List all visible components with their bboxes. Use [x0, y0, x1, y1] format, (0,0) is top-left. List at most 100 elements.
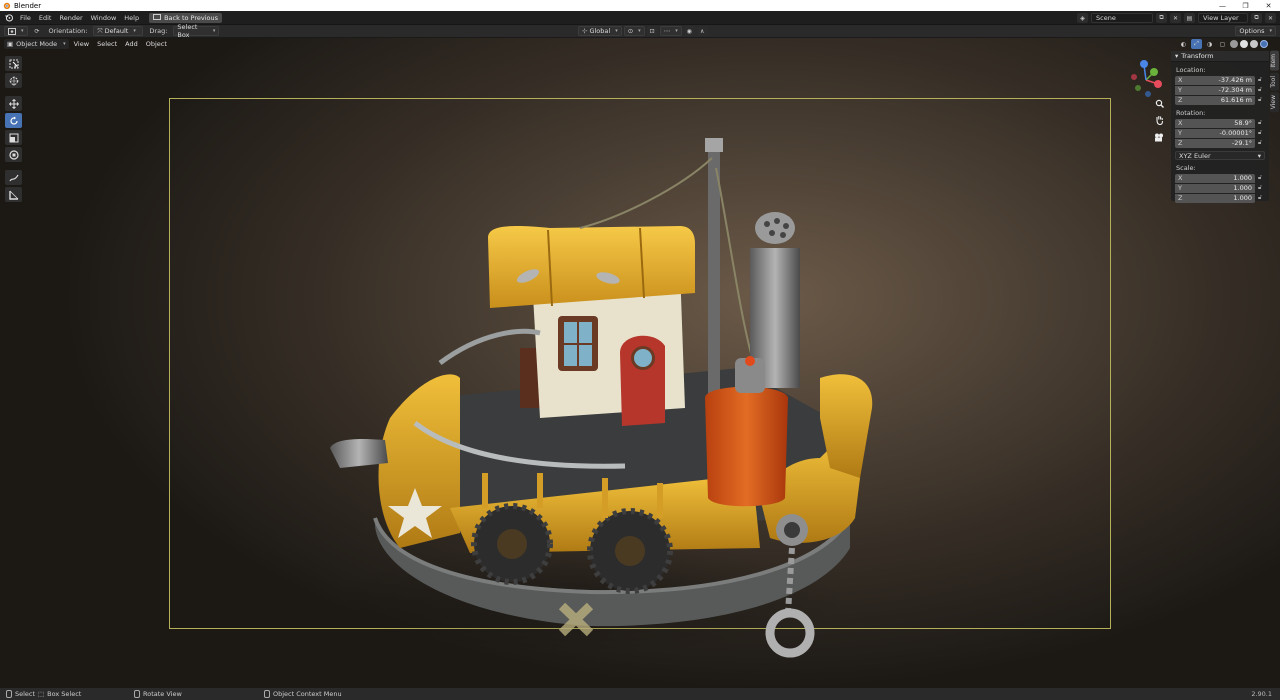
- view-layer-icon[interactable]: ▤: [1184, 13, 1195, 23]
- viewport-menu-add[interactable]: Add: [122, 40, 141, 48]
- overlays-icon[interactable]: ◑: [1204, 39, 1215, 49]
- orientation-icon: ⤧: [97, 26, 103, 35]
- location-y-field[interactable]: Y -72.304 m: [1175, 85, 1255, 95]
- snap-target-dropdown[interactable]: ⋯ ▾: [659, 26, 682, 36]
- new-scene-icon[interactable]: ⧉: [1156, 13, 1167, 23]
- menu-edit[interactable]: Edit: [35, 11, 56, 25]
- minimize-button[interactable]: —: [1211, 0, 1234, 11]
- new-view-layer-icon[interactable]: ⧉: [1251, 13, 1262, 23]
- screen-icon: [153, 14, 162, 20]
- transform-tool-icon[interactable]: [5, 147, 22, 162]
- wireframe-shading-icon[interactable]: [1230, 40, 1238, 48]
- scale-tool-icon[interactable]: [5, 130, 22, 145]
- snap-increment-icon: ⋯: [663, 27, 671, 35]
- gizmo-toggle-icon[interactable]: ⤢: [1191, 39, 1202, 49]
- lock-icon[interactable]: 🔓︎: [1255, 119, 1265, 127]
- orientation-label: Orientation:: [48, 27, 88, 35]
- back-to-previous-button[interactable]: Back to Previous: [149, 12, 223, 23]
- tab-view[interactable]: View: [1270, 92, 1279, 113]
- scale-x-field[interactable]: X 1.000: [1175, 173, 1255, 183]
- view-layer-field[interactable]: View Layer: [1198, 13, 1248, 23]
- proportional-edit-icon[interactable]: ◉: [683, 26, 695, 36]
- lock-icon[interactable]: 🔓︎: [1255, 86, 1265, 94]
- options-dropdown[interactable]: Options ▾: [1235, 26, 1276, 36]
- maximize-button[interactable]: ❐: [1234, 0, 1257, 11]
- rendered-shading-icon[interactable]: [1260, 40, 1268, 48]
- material-shading-icon[interactable]: [1250, 40, 1258, 48]
- back-to-previous-label: Back to Previous: [164, 13, 219, 22]
- location-z-field[interactable]: Z 61.616 m: [1175, 95, 1255, 105]
- chevron-down-icon: ▾: [615, 28, 618, 34]
- editor-type-dropdown[interactable]: ▾: [4, 26, 28, 36]
- drag-dropdown[interactable]: Select Box ▾: [173, 23, 220, 39]
- 3d-viewport-icon: [8, 27, 16, 35]
- lock-icon[interactable]: 🔓︎: [1255, 184, 1265, 192]
- blender-logo-icon: [2, 1, 11, 10]
- pivot-point-dropdown[interactable]: ⊙ ▾: [623, 26, 645, 36]
- 3d-viewport[interactable]: ▣ Object Mode ▾ View Select Add Object ◐…: [0, 38, 1280, 688]
- menu-render[interactable]: Render: [55, 11, 86, 25]
- cursor-tool-icon[interactable]: [5, 73, 22, 88]
- left-toolbar: [5, 56, 23, 202]
- scale-z-field[interactable]: Z 1.000: [1175, 193, 1255, 203]
- viewport-menu-object[interactable]: Object: [143, 40, 170, 48]
- rotate-tool-icon[interactable]: [5, 113, 22, 128]
- menu-window[interactable]: Window: [87, 11, 121, 25]
- camera-view-icon[interactable]: [1152, 130, 1166, 144]
- box-select-icon: ⬚: [38, 690, 45, 698]
- lock-icon[interactable]: 🔓︎: [1255, 96, 1265, 104]
- navigation-gizmo[interactable]: [1124, 56, 1169, 101]
- annotate-tool-icon[interactable]: [5, 170, 22, 185]
- falloff-icon[interactable]: ∧: [696, 26, 708, 36]
- viewport-menu-select[interactable]: Select: [94, 40, 120, 48]
- lock-icon[interactable]: 🔓︎: [1255, 76, 1265, 84]
- tab-tool[interactable]: Tool: [1270, 72, 1279, 91]
- orientation-dropdown[interactable]: ⤧ Default ▾: [93, 26, 144, 36]
- object-mode-dropdown[interactable]: ▣ Object Mode ▾: [4, 39, 69, 49]
- options-label: Options: [1239, 27, 1265, 35]
- visibility-icon[interactable]: ◐: [1178, 39, 1189, 49]
- window-title: Blender: [14, 1, 42, 10]
- close-button[interactable]: ✕: [1257, 0, 1280, 11]
- location-x-field[interactable]: X -37.426 m: [1175, 75, 1255, 85]
- measure-tool-icon[interactable]: [5, 187, 22, 202]
- transform-orientation-dropdown[interactable]: ⊹ Global ▾: [578, 26, 622, 36]
- select-box-tool-icon[interactable]: [5, 56, 22, 71]
- lock-icon[interactable]: 🔓︎: [1255, 139, 1265, 147]
- zoom-icon[interactable]: [1152, 96, 1166, 110]
- xray-icon[interactable]: ▢: [1217, 39, 1228, 49]
- lock-icon[interactable]: 🔓︎: [1255, 194, 1265, 202]
- pan-hand-icon[interactable]: [1152, 113, 1166, 127]
- global-orientation-icon: ⊹: [582, 27, 588, 35]
- lock-icon[interactable]: 🔓︎: [1255, 129, 1265, 137]
- chevron-down-icon: ▾: [1269, 28, 1272, 34]
- blender-menu-icon[interactable]: [2, 13, 16, 22]
- tool-settings-header: ▾ ⟳ Orientation: ⤧ Default ▾ Drag: Selec…: [0, 23, 1280, 39]
- rotation-z-field[interactable]: Z -29.1°: [1175, 138, 1255, 148]
- status-rotate-view: Rotate View: [134, 690, 182, 698]
- rotation-mode-dropdown[interactable]: XYZ Euler ▾: [1175, 151, 1265, 160]
- rotation-y-field[interactable]: Y -0.00001°: [1175, 128, 1255, 138]
- rotate-tool-icon[interactable]: ⟳: [32, 26, 43, 36]
- move-tool-icon[interactable]: [5, 96, 22, 111]
- menu-help[interactable]: Help: [120, 11, 143, 25]
- menu-file[interactable]: File: [16, 11, 35, 25]
- scale-label: Scale:: [1176, 164, 1196, 172]
- lock-icon[interactable]: 🔓︎: [1255, 174, 1265, 182]
- snap-icon[interactable]: ⊡: [646, 26, 658, 36]
- object-mode-value: Object Mode: [16, 40, 58, 48]
- viewport-menu-view[interactable]: View: [71, 40, 92, 48]
- scene-field[interactable]: Scene: [1091, 13, 1153, 23]
- sidebar-n-panel: ▾ Transform Location: X -37.426 m 🔓︎ Y -72.…: [1171, 51, 1269, 203]
- scene-icon[interactable]: ◈: [1077, 13, 1088, 23]
- rotation-x-field[interactable]: X 58.9°: [1175, 118, 1255, 128]
- scale-y-field[interactable]: Y 1.000: [1175, 183, 1255, 193]
- delete-scene-icon[interactable]: ✕: [1170, 13, 1181, 23]
- solid-shading-icon[interactable]: [1240, 40, 1248, 48]
- delete-view-layer-icon[interactable]: ✕: [1265, 13, 1276, 23]
- chevron-down-icon: ▾: [1257, 151, 1261, 160]
- tab-item[interactable]: Item: [1270, 51, 1279, 71]
- chevron-down-icon: ▾: [133, 28, 136, 34]
- transform-panel-header[interactable]: ▾ Transform: [1171, 51, 1269, 62]
- version-label: 2.90.1: [1251, 690, 1272, 698]
